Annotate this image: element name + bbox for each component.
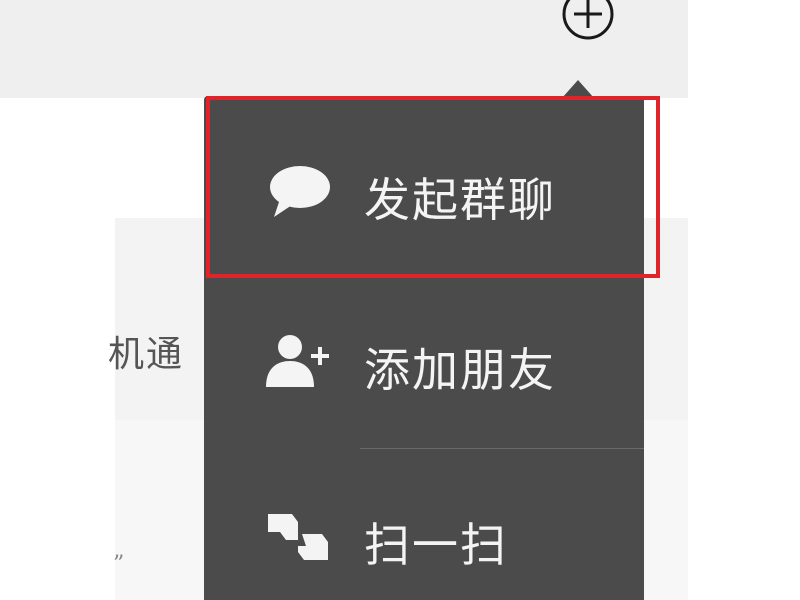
menu-item-label: 添加朋友 xyxy=(364,343,556,397)
app-screen: 机通 ” 发起群聊 添加朋友 扫一扫 xyxy=(0,0,800,600)
plus-popup-menu: 发起群聊 添加朋友 扫一扫 xyxy=(204,96,644,600)
menu-item-label: 发起群聊 xyxy=(364,173,556,227)
chat-preview-text: ” xyxy=(113,552,125,577)
chat-bubble-icon xyxy=(270,166,330,217)
menu-item-add-friend[interactable]: 添加朋友 xyxy=(204,276,644,446)
plus-circle-icon xyxy=(562,0,614,40)
plus-button[interactable] xyxy=(560,0,616,48)
menu-item-group-chat[interactable]: 发起群聊 xyxy=(204,106,644,276)
add-user-icon xyxy=(266,335,329,387)
menu-item-label: 扫一扫 xyxy=(364,518,508,572)
menu-divider xyxy=(360,448,644,449)
scan-icon xyxy=(268,514,328,560)
contact-row-text: 机通 xyxy=(108,334,185,375)
menu-item-scan[interactable]: 扫一扫 xyxy=(204,451,644,600)
